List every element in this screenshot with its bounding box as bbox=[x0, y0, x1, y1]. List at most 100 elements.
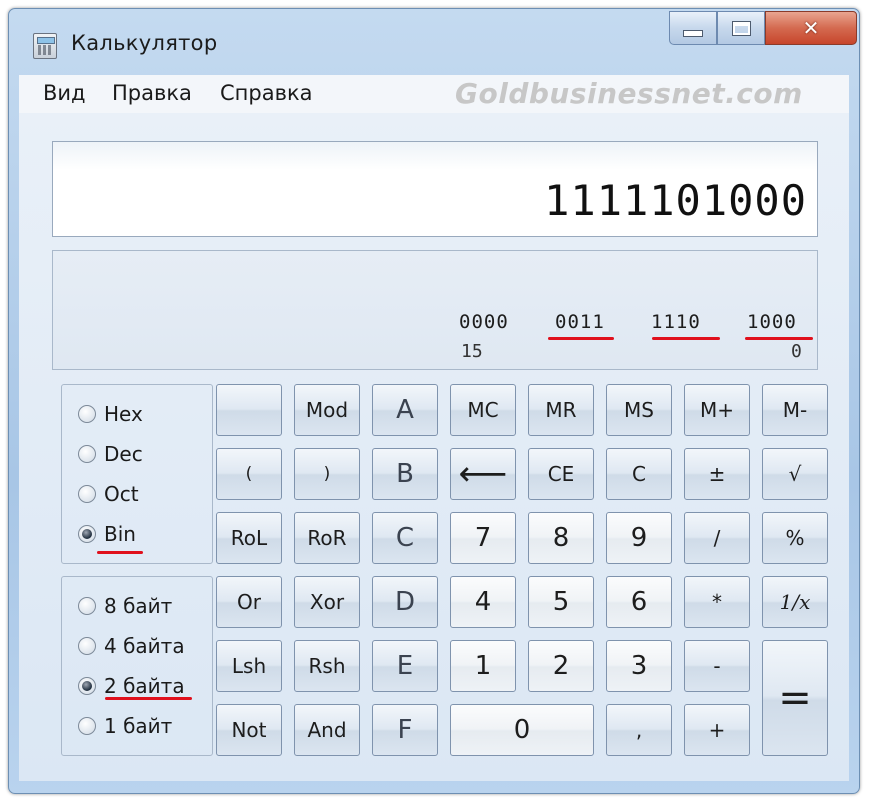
menu-bar: Вид Правка Справка Goldbusinessnet.com bbox=[19, 75, 849, 114]
memory-subtract-key[interactable]: M- bbox=[762, 384, 828, 436]
radio-label: 2 байта bbox=[104, 674, 185, 698]
reciprocal-key[interactable]: 1/x bbox=[762, 576, 828, 628]
radio-label: 4 байта bbox=[104, 634, 185, 658]
close-icon: ✕ bbox=[802, 16, 820, 40]
minimize-button[interactable] bbox=[669, 11, 717, 45]
main-display: 1111101000 bbox=[52, 141, 818, 237]
digit-3-key[interactable]: 3 bbox=[606, 640, 672, 692]
and-key[interactable]: And bbox=[294, 704, 360, 756]
radio-button-icon bbox=[78, 445, 96, 463]
backspace-key[interactable]: ⟵ bbox=[450, 448, 516, 500]
radio-label: Dec bbox=[104, 442, 143, 466]
word-size-group: 8 байт 4 байта 2 байта 1 байт bbox=[61, 576, 213, 756]
digit-4-key[interactable]: 4 bbox=[450, 576, 516, 628]
radio-label: Bin bbox=[104, 522, 136, 546]
radio-oct[interactable]: Oct bbox=[78, 479, 139, 509]
clear-entry-key[interactable]: CE bbox=[528, 448, 594, 500]
close-paren-key[interactable]: ) bbox=[294, 448, 360, 500]
red-underline bbox=[97, 551, 143, 554]
radio-label: 8 байт bbox=[104, 594, 173, 618]
hex-e-key[interactable]: E bbox=[372, 640, 438, 692]
digit-7-key[interactable]: 7 bbox=[450, 512, 516, 564]
mod-key[interactable]: Mod bbox=[294, 384, 360, 436]
calculator-window: Калькулятор ✕ Вид Правка Справка Goldbus… bbox=[8, 8, 860, 794]
calculator-icon bbox=[33, 33, 57, 59]
radio-label: 1 байт bbox=[104, 714, 173, 738]
digit-5-key[interactable]: 5 bbox=[528, 576, 594, 628]
minimize-icon bbox=[683, 29, 703, 37]
watermark-text: Goldbusinessnet.com bbox=[455, 77, 803, 110]
menu-help[interactable]: Справка bbox=[220, 81, 313, 105]
radio-button-checked-icon bbox=[78, 525, 96, 543]
maximize-icon bbox=[732, 21, 750, 35]
nibble-2: 0011 bbox=[555, 311, 605, 333]
bit-label-low: 0 bbox=[791, 341, 802, 362]
rotate-right-key[interactable]: RoR bbox=[294, 512, 360, 564]
rotate-left-key[interactable]: RoL bbox=[216, 512, 282, 564]
negate-key[interactable]: ± bbox=[684, 448, 750, 500]
memory-store-key[interactable]: MS bbox=[606, 384, 672, 436]
digit-2-key[interactable]: 2 bbox=[528, 640, 594, 692]
memory-recall-key[interactable]: MR bbox=[528, 384, 594, 436]
calculator-body: 1111101000 0000 0011 1110 1000 15 0 Hex … bbox=[19, 113, 849, 781]
radio-bin[interactable]: Bin bbox=[78, 519, 136, 549]
red-underline bbox=[745, 337, 813, 340]
digit-9-key[interactable]: 9 bbox=[606, 512, 672, 564]
hex-f-key[interactable]: F bbox=[372, 704, 438, 756]
radio-button-icon bbox=[78, 637, 96, 655]
decimal-key[interactable]: , bbox=[606, 704, 672, 756]
red-underline bbox=[105, 697, 192, 700]
hex-a-key[interactable]: A bbox=[372, 384, 438, 436]
menu-edit[interactable]: Правка bbox=[112, 81, 192, 105]
not-key[interactable]: Not bbox=[216, 704, 282, 756]
bit-display: 0000 0011 1110 1000 15 0 bbox=[52, 250, 818, 370]
digit-6-key[interactable]: 6 bbox=[606, 576, 672, 628]
radio-hex[interactable]: Hex bbox=[78, 399, 143, 429]
radio-button-icon bbox=[78, 405, 96, 423]
memory-clear-key[interactable]: MC bbox=[450, 384, 516, 436]
multiply-key[interactable]: * bbox=[684, 576, 750, 628]
radio-4-bytes[interactable]: 4 байта bbox=[78, 631, 185, 661]
radio-dec[interactable]: Dec bbox=[78, 439, 143, 469]
right-shift-key[interactable]: Rsh bbox=[294, 640, 360, 692]
menu-view[interactable]: Вид bbox=[43, 81, 86, 105]
radio-label: Hex bbox=[104, 402, 143, 426]
base-mode-group: Hex Dec Oct Bin bbox=[61, 384, 213, 564]
radio-button-icon bbox=[78, 485, 96, 503]
memory-add-key[interactable]: M+ bbox=[684, 384, 750, 436]
digit-8-key[interactable]: 8 bbox=[528, 512, 594, 564]
bit-label-high: 15 bbox=[461, 341, 483, 362]
radio-button-icon bbox=[78, 717, 96, 735]
square-root-key[interactable]: √ bbox=[762, 448, 828, 500]
digit-0-key[interactable]: 0 bbox=[450, 704, 594, 756]
nibble-3: 1110 bbox=[651, 311, 701, 333]
radio-8-bytes[interactable]: 8 байт bbox=[78, 591, 172, 621]
left-shift-key[interactable]: Lsh bbox=[216, 640, 282, 692]
red-underline bbox=[652, 337, 720, 340]
radio-label: Oct bbox=[104, 482, 139, 506]
radio-1-byte[interactable]: 1 байт bbox=[78, 711, 172, 741]
title-bar[interactable]: Калькулятор ✕ bbox=[9, 9, 859, 63]
equals-key[interactable]: = bbox=[762, 640, 828, 756]
radio-button-icon bbox=[78, 597, 96, 615]
blank-key[interactable] bbox=[216, 384, 282, 436]
radio-button-checked-icon bbox=[78, 677, 96, 695]
window-title: Калькулятор bbox=[71, 31, 218, 55]
close-button[interactable]: ✕ bbox=[765, 11, 857, 45]
plus-key[interactable]: + bbox=[684, 704, 750, 756]
hex-c-key[interactable]: C bbox=[372, 512, 438, 564]
xor-key[interactable]: Xor bbox=[294, 576, 360, 628]
minus-key[interactable]: - bbox=[684, 640, 750, 692]
nibble-4: 1000 bbox=[747, 311, 797, 333]
open-paren-key[interactable]: ( bbox=[216, 448, 282, 500]
display-value: 1111101000 bbox=[544, 176, 807, 225]
digit-1-key[interactable]: 1 bbox=[450, 640, 516, 692]
hex-b-key[interactable]: B bbox=[372, 448, 438, 500]
hex-d-key[interactable]: D bbox=[372, 576, 438, 628]
maximize-button[interactable] bbox=[717, 11, 765, 45]
caption-buttons: ✕ bbox=[669, 11, 857, 47]
clear-key[interactable]: C bbox=[606, 448, 672, 500]
or-key[interactable]: Or bbox=[216, 576, 282, 628]
percent-key[interactable]: % bbox=[762, 512, 828, 564]
divide-key[interactable]: / bbox=[684, 512, 750, 564]
